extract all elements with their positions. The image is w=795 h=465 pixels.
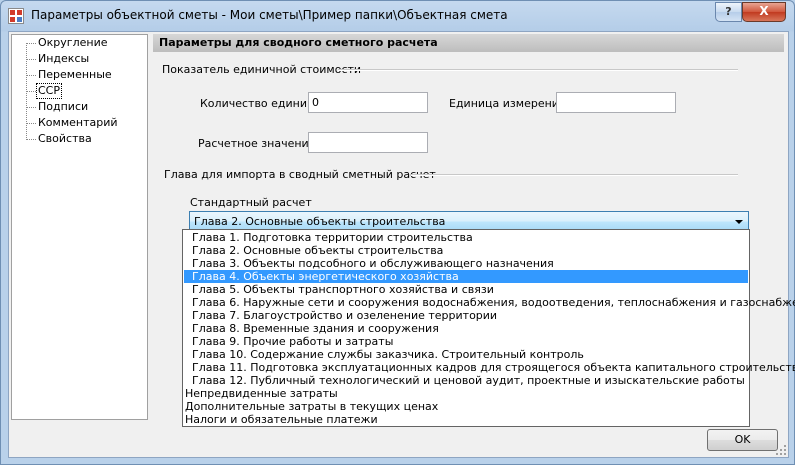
dropdown-option-highlighted[interactable]: Глава 4. Объекты энергетического хозяйст… — [184, 270, 748, 283]
dialog-window: Параметры объектной сметы - Мои сметы\Пр… — [0, 0, 795, 465]
dropdown-option[interactable]: Глава 11. Подготовка эксплуатационных ка… — [184, 361, 795, 374]
close-button[interactable]: X — [742, 2, 786, 22]
panel-header: Параметры для сводного сметного расчета — [153, 34, 784, 52]
chapter-dropdown-list: Глава 1. Подготовка территории строитель… — [182, 229, 795, 427]
calc-value-input[interactable] — [308, 132, 428, 153]
help-button[interactable]: ? — [715, 2, 742, 22]
dropdown-option[interactable]: Глава 1. Подготовка территории строитель… — [184, 231, 748, 244]
dropdown-option[interactable]: Глава 2. Основные объекты строительства — [184, 244, 748, 257]
import-group-label: Глава для импорта в сводный сметный расч… — [164, 168, 436, 181]
dropdown-option[interactable]: Глава 6. Наружные сети и сооружения водо… — [184, 296, 795, 309]
dropdown-option[interactable]: Налоги и обязательные платежи — [184, 413, 748, 426]
dropdown-option[interactable]: Дополнительные затраты в текущих ценах — [184, 400, 748, 413]
title-bar[interactable]: Параметры объектной сметы - Мои сметы\Пр… — [1, 1, 794, 31]
dropdown-option[interactable]: Глава 3. Объекты подсобного и обслуживаю… — [184, 257, 748, 270]
dropdown-arrow-icon[interactable] — [735, 220, 743, 224]
sidebar-item-indices[interactable]: Индексы — [38, 52, 89, 66]
sidebar-item-ssr[interactable]: ССР — [36, 83, 62, 99]
dropdown-option[interactable]: Глава 5. Объекты транспортного хозяйства… — [184, 283, 748, 296]
ok-button[interactable]: OK — [707, 429, 778, 451]
sidebar-item-variables[interactable]: Переменные — [38, 68, 112, 82]
standard-calc-label: Стандартный расчет — [190, 196, 312, 209]
tree-branch — [27, 139, 36, 140]
unit-cost-group-label: Показатель единичной стоимости — [162, 63, 362, 76]
tree-branch — [27, 75, 36, 76]
tree-branch — [27, 123, 36, 124]
app-grid-icon — [8, 8, 24, 24]
unit-label: Единица измерения: — [449, 97, 570, 110]
group-separator — [338, 69, 738, 71]
resize-grip-icon[interactable] — [776, 445, 786, 455]
window-title: Параметры объектной сметы - Мои сметы\Пр… — [31, 8, 508, 22]
sidebar-item-rounding[interactable]: Округление — [38, 36, 107, 50]
quantity-input[interactable]: 0 — [308, 92, 428, 113]
dropdown-option[interactable]: Глава 12. Публичный технологический и це… — [184, 374, 748, 387]
dropdown-option[interactable]: Непредвиденные затраты — [184, 387, 748, 400]
dropdown-option[interactable]: Глава 7. Благоустройство и озеленение те… — [184, 309, 748, 322]
tree-branch — [27, 107, 36, 108]
dropdown-option[interactable]: Глава 10. Содержание службы заказчика. С… — [184, 348, 748, 361]
tree-branch — [27, 59, 36, 60]
quantity-label: Количество единиц: — [200, 97, 319, 110]
sidebar-item-properties[interactable]: Свойства — [38, 132, 92, 146]
tree-branch — [27, 43, 36, 44]
settings-tree: Округление Индексы Переменные ССР Подпис… — [11, 34, 148, 420]
sidebar-item-signatures[interactable]: Подписи — [38, 100, 88, 114]
chapter-select-value: Глава 2. Основные объекты строительства — [194, 215, 446, 228]
tree-branch — [27, 91, 36, 92]
dropdown-option[interactable]: Глава 8. Временные здания и сооружения — [184, 322, 748, 335]
group-separator — [411, 174, 738, 176]
dropdown-option[interactable]: Глава 9. Прочие работы и затраты — [184, 335, 748, 348]
calc-value-label: Расчетное значение: — [198, 137, 320, 150]
sidebar-item-comment[interactable]: Комментарий — [38, 116, 118, 130]
unit-input[interactable] — [556, 92, 676, 113]
